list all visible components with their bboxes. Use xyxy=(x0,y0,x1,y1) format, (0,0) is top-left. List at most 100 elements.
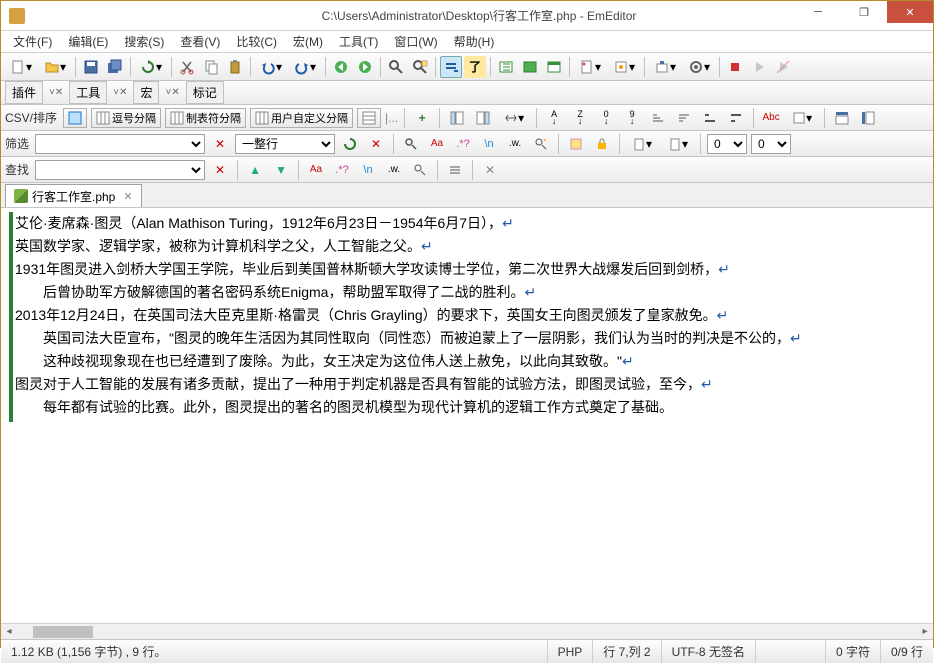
sort-word-desc-button[interactable] xyxy=(725,107,747,129)
find-regex-button[interactable]: .*? xyxy=(331,159,353,181)
editor-area[interactable]: 艾伦·麦席森·图灵（Alan Mathison Turing，1912年6月23… xyxy=(1,208,933,623)
filter-escape-button[interactable]: \n xyxy=(478,133,500,155)
forward-button[interactable] xyxy=(354,56,376,78)
inner-tab-close[interactable]: ˅✕ xyxy=(161,87,183,98)
minimize-button[interactable]: ─ xyxy=(795,1,841,23)
remove-dup-button[interactable]: Abc xyxy=(760,107,782,129)
filter-above-select[interactable]: 0 xyxy=(707,134,747,154)
inner-tab-tools[interactable]: 工具 xyxy=(69,81,107,104)
menu-compare[interactable]: 比较(C) xyxy=(228,31,285,52)
menu-window[interactable]: 窗口(W) xyxy=(386,31,445,52)
settings-button[interactable]: ▾ xyxy=(683,56,715,78)
filter-bookmark-button[interactable]: ▾ xyxy=(626,133,658,155)
find-input[interactable] xyxy=(35,160,205,180)
tools-button[interactable]: ▾ xyxy=(608,56,640,78)
heading-button[interactable] xyxy=(831,107,853,129)
cut-button[interactable] xyxy=(176,56,198,78)
advanced-button[interactable]: ▾ xyxy=(786,107,818,129)
find-incremental-button[interactable] xyxy=(409,159,431,181)
outline-button[interactable] xyxy=(495,56,517,78)
filter-lock-button[interactable] xyxy=(591,133,613,155)
col-width-button[interactable]: ▾ xyxy=(498,107,530,129)
status-encoding[interactable]: UTF-8 无签名 xyxy=(662,640,756,663)
back-button[interactable] xyxy=(330,56,352,78)
find-clear-button[interactable]: ✕ xyxy=(209,159,231,181)
csv-tab-button[interactable]: 制表符分隔 xyxy=(165,108,246,128)
csv-normal-button[interactable] xyxy=(63,108,87,128)
wordwrap-char-button[interactable]: 了 xyxy=(464,56,486,78)
marks-button[interactable]: ▾ xyxy=(574,56,606,78)
inner-tab-plugins[interactable]: 插件 xyxy=(5,81,43,104)
col-right-button[interactable] xyxy=(472,107,494,129)
csv-comma-button[interactable]: 逗号分隔 xyxy=(91,108,161,128)
menu-help[interactable]: 帮助(H) xyxy=(446,31,503,52)
filter-below-select[interactable]: 0 xyxy=(751,134,791,154)
find-word-button[interactable]: .w. xyxy=(383,159,405,181)
ruler-button[interactable] xyxy=(857,107,879,129)
sort-az-desc-button[interactable]: Z↓ xyxy=(569,107,591,129)
sort-len-desc-button[interactable] xyxy=(673,107,695,129)
find-next-button[interactable]: ▼ xyxy=(270,159,292,181)
filter-scope-select[interactable]: 一整行 xyxy=(235,134,335,154)
copy-button[interactable] xyxy=(200,56,222,78)
col-left-button[interactable] xyxy=(446,107,468,129)
filter-whole-button[interactable] xyxy=(565,133,587,155)
filter-word-button[interactable]: .w. xyxy=(504,133,526,155)
reload-button[interactable]: ▾ xyxy=(135,56,167,78)
inner-tab-macros[interactable]: 宏 xyxy=(133,81,159,104)
undo-button[interactable]: ▾ xyxy=(255,56,287,78)
filter-refresh-button[interactable] xyxy=(339,133,361,155)
replace-button[interactable] xyxy=(409,56,431,78)
sort-len-asc-button[interactable] xyxy=(647,107,669,129)
scroll-thumb[interactable] xyxy=(33,626,93,638)
file-tab-close[interactable]: ✕ xyxy=(119,190,132,203)
scroll-right-icon[interactable]: ▸ xyxy=(917,624,933,640)
find-close-button[interactable]: ✕ xyxy=(479,159,501,181)
filter-input[interactable] xyxy=(35,134,205,154)
inner-tab-close[interactable]: ˅✕ xyxy=(109,87,131,98)
config-button[interactable] xyxy=(519,56,541,78)
filter-extract-button[interactable]: ▾ xyxy=(662,133,694,155)
menu-file[interactable]: 文件(F) xyxy=(5,31,60,52)
paste-button[interactable] xyxy=(224,56,246,78)
filter-incremental-button[interactable] xyxy=(530,133,552,155)
filter-regex-button[interactable]: .*? xyxy=(452,133,474,155)
save-all-button[interactable] xyxy=(104,56,126,78)
macro-stop-button[interactable] xyxy=(772,56,794,78)
status-lang[interactable]: PHP xyxy=(548,640,594,663)
filter-negative-button[interactable]: ✕ xyxy=(365,133,387,155)
redo-button[interactable]: ▾ xyxy=(289,56,321,78)
inner-tab-marks[interactable]: 标记 xyxy=(186,81,224,104)
inner-tab-close[interactable]: ˅✕ xyxy=(45,87,67,98)
file-tab[interactable]: 行客工作室.php ✕ xyxy=(5,184,142,207)
filter-find-button[interactable] xyxy=(400,133,422,155)
find-button[interactable] xyxy=(385,56,407,78)
find-prev-button[interactable]: ▲ xyxy=(244,159,266,181)
new-file-button[interactable]: ▾ xyxy=(5,56,37,78)
menu-edit[interactable]: 编辑(E) xyxy=(60,31,116,52)
filter-case-button[interactable]: Aa xyxy=(426,133,448,155)
open-file-button[interactable]: ▾ xyxy=(39,56,71,78)
find-escape-button[interactable]: \n xyxy=(357,159,379,181)
add-col-button[interactable]: + xyxy=(411,107,433,129)
menu-view[interactable]: 查看(V) xyxy=(172,31,228,52)
menu-tools[interactable]: 工具(T) xyxy=(331,31,386,52)
scroll-left-icon[interactable]: ◂ xyxy=(1,624,17,640)
sort-09-asc-button[interactable]: 0↓ xyxy=(595,107,617,129)
save-button[interactable] xyxy=(80,56,102,78)
find-advanced-button[interactable] xyxy=(444,159,466,181)
menu-search[interactable]: 搜索(S) xyxy=(116,31,172,52)
horizontal-scrollbar[interactable]: ◂ ▸ xyxy=(1,623,933,639)
macro-record-button[interactable] xyxy=(724,56,746,78)
output-button[interactable] xyxy=(543,56,565,78)
csv-grid-button[interactable] xyxy=(357,108,381,128)
macro-play-button[interactable] xyxy=(748,56,770,78)
filter-clear-button[interactable]: ✕ xyxy=(209,133,231,155)
sort-word-asc-button[interactable] xyxy=(699,107,721,129)
find-case-button[interactable]: Aa xyxy=(305,159,327,181)
sort-az-asc-button[interactable]: A↓ xyxy=(543,107,565,129)
sort-09-desc-button[interactable]: 9↓ xyxy=(621,107,643,129)
maximize-button[interactable]: ❐ xyxy=(841,1,887,23)
csv-user-button[interactable]: 用户自定义分隔 xyxy=(250,108,353,128)
close-button[interactable]: ✕ xyxy=(887,1,933,23)
